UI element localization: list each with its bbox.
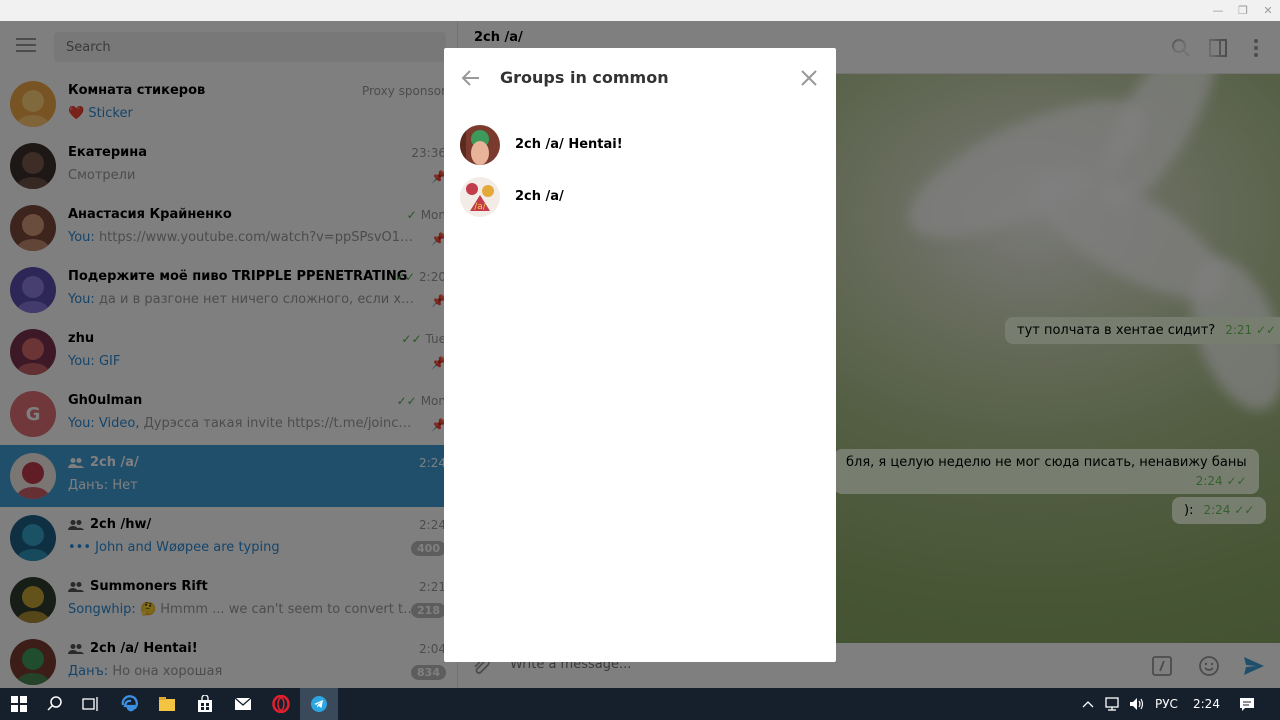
close-window-button[interactable]: ✕: [1256, 0, 1280, 21]
groups-in-common-dialog: Groups in common 2ch /a/ Hentai! /a/ 2ch…: [444, 48, 836, 662]
windows-logo-icon: [11, 696, 27, 712]
taskbar-store[interactable]: [186, 688, 224, 720]
taskbar-mail[interactable]: [224, 688, 262, 720]
task-view-button[interactable]: [71, 688, 109, 720]
mail-icon: [234, 697, 252, 710]
close-icon[interactable]: [800, 69, 818, 87]
group-item-2ch-a[interactable]: /a/ 2ch /a/: [444, 171, 836, 223]
dialog-title: Groups in common: [500, 68, 669, 87]
window-title-bar: — ❐ ✕: [0, 0, 1280, 21]
taskbar-clock[interactable]: 2:24: [1193, 697, 1220, 711]
group-name: 2ch /a/ Hentai!: [515, 137, 623, 152]
taskbar-telegram[interactable]: [300, 688, 338, 720]
taskbar-file-explorer[interactable]: [148, 688, 186, 720]
search-icon: [47, 696, 62, 711]
opera-icon: [272, 695, 290, 713]
telegram-icon: [311, 696, 327, 712]
start-button[interactable]: [0, 688, 38, 720]
group-avatar: /a/: [460, 177, 500, 217]
group-name: 2ch /a/: [515, 189, 564, 204]
group-avatar: [460, 125, 500, 165]
minimize-button[interactable]: —: [1206, 0, 1230, 21]
edge-icon: [121, 695, 138, 712]
taskbar-opera[interactable]: [262, 688, 300, 720]
taskbar-edge[interactable]: [110, 688, 148, 720]
taskbar-search-button[interactable]: [36, 688, 74, 720]
chevron-up-icon[interactable]: [1081, 698, 1095, 710]
svg-text:/a/: /a/: [474, 202, 487, 212]
maximize-button[interactable]: ❐: [1231, 0, 1255, 21]
folder-icon: [159, 697, 175, 711]
group-item-2ch-a-hentai[interactable]: 2ch /a/ Hentai!: [444, 119, 836, 171]
back-arrow-icon[interactable]: [460, 68, 482, 88]
volume-icon[interactable]: [1128, 696, 1146, 712]
language-indicator[interactable]: РУС: [1155, 697, 1178, 711]
task-view-icon: [82, 697, 98, 711]
windows-taskbar: РУС 2:24: [0, 688, 1280, 720]
store-icon: [198, 695, 212, 712]
action-center-icon[interactable]: [1238, 696, 1256, 712]
network-icon[interactable]: [1104, 696, 1122, 712]
